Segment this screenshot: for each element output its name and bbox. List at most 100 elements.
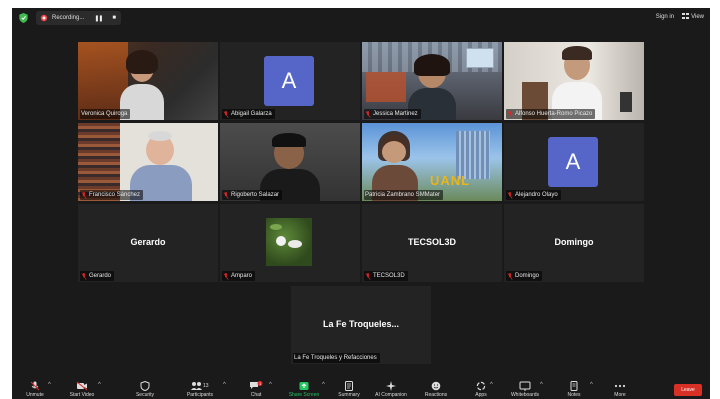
microphone-muted-icon xyxy=(223,191,229,199)
video-options-caret[interactable]: ^ xyxy=(98,382,101,388)
stop-recording-button[interactable]: ■ xyxy=(112,15,116,21)
whiteboard-icon xyxy=(519,381,531,391)
top-bar: Recording... ❚❚ ■ Sign in View xyxy=(12,8,710,28)
ai-companion-label: AI Companion xyxy=(375,392,407,398)
video-camera-off-icon xyxy=(76,381,88,391)
apps-label: Apps xyxy=(475,392,487,398)
participants-icon: 13 xyxy=(191,382,209,390)
video-tile[interactable]: La Fe Troqueles... La Fe Troqueles y Ref… xyxy=(291,286,431,364)
notes-options-caret[interactable]: ^ xyxy=(590,382,593,388)
emoji-icon xyxy=(431,381,441,391)
participant-name-label: Francisco Sánchez xyxy=(80,190,144,200)
video-tile[interactable]: Jessica Martinez xyxy=(362,42,502,120)
participant-name: Alfonso Huerta-Romo Picazo xyxy=(515,111,593,117)
microphone-muted-icon xyxy=(81,191,87,199)
participant-name-label: Alejandro Olayo xyxy=(506,190,561,200)
microphone-muted-icon xyxy=(507,191,513,199)
notes-button[interactable]: Notes xyxy=(562,381,586,399)
unmute-button[interactable]: Unmute xyxy=(18,381,52,399)
grid-view-icon xyxy=(682,13,690,19)
ai-companion-button[interactable]: AI Companion xyxy=(368,381,414,399)
participant-name: Abigail Galarza xyxy=(231,111,272,117)
participant-name-label: Alfonso Huerta-Romo Picazo xyxy=(506,109,596,119)
microphone-muted-icon xyxy=(223,110,229,118)
participant-name-label: Amparo xyxy=(222,271,256,281)
participant-display-name: La Fe Troqueles... xyxy=(322,319,400,329)
participants-options-caret[interactable]: ^ xyxy=(223,382,226,388)
share-screen-button[interactable]: Share Screen xyxy=(282,381,326,399)
participant-name-label: Abigail Galarza xyxy=(222,109,275,119)
microphone-muted-icon xyxy=(30,381,40,391)
more-button[interactable]: More xyxy=(608,381,632,399)
chat-label: Chat xyxy=(250,392,262,398)
sparkle-icon xyxy=(386,381,396,391)
video-tile[interactable]: Veronica Quiroga xyxy=(78,42,218,120)
video-tile[interactable]: TECSOL3D TECSOL3D xyxy=(362,204,502,282)
view-label: View xyxy=(691,14,704,20)
share-screen-label: Share Screen xyxy=(288,392,320,398)
participant-name: Francisco Sánchez xyxy=(89,192,141,198)
participant-name: Rigoberto Salazar xyxy=(231,192,280,198)
apps-icon xyxy=(476,381,486,391)
apps-options-caret[interactable]: ^ xyxy=(490,382,493,388)
participant-name-label: Patricia Zambrano SMMater xyxy=(364,190,444,200)
microphone-muted-icon xyxy=(365,272,371,280)
participant-name-label: Jessica Martinez xyxy=(364,109,421,119)
share-options-caret[interactable]: ^ xyxy=(322,382,325,388)
leave-button[interactable]: Leave xyxy=(674,384,702,396)
security-label: Security xyxy=(135,392,155,398)
avatar: A xyxy=(264,56,314,106)
pause-recording-button[interactable]: ❚❚ xyxy=(94,15,103,22)
share-screen-icon xyxy=(299,382,309,390)
microphone-muted-icon xyxy=(81,272,87,280)
participants-count: 13 xyxy=(203,383,209,389)
chat-options-caret[interactable]: ^ xyxy=(269,382,272,388)
video-tile[interactable]: Alfonso Huerta-Romo Picazo xyxy=(504,42,644,120)
whiteboards-options-caret[interactable]: ^ xyxy=(540,382,543,388)
notes-label: Notes xyxy=(567,392,581,398)
summary-button[interactable]: Summary xyxy=(334,381,364,399)
participant-name: Alejandro Olayo xyxy=(515,192,558,198)
reactions-label: Reactions xyxy=(424,392,448,398)
meeting-toolbar: Unmute ^ Start Video ^ Security 13 Parti… xyxy=(12,381,710,399)
chat-icon: 1 xyxy=(250,381,263,389)
video-tile[interactable]: Domingo Domingo xyxy=(504,204,644,282)
meeting-window: Recording... ❚❚ ■ Sign in View Veronica … xyxy=(12,8,710,399)
video-tile[interactable]: Amparo xyxy=(220,204,360,282)
participant-name-label: Domingo xyxy=(506,271,543,281)
participant-name: Domingo xyxy=(515,273,540,279)
participants-label: Participants xyxy=(186,392,214,398)
avatar: A xyxy=(548,137,598,187)
summary-label: Summary xyxy=(338,392,360,398)
video-tile[interactable]: A Alejandro Olayo xyxy=(504,123,644,201)
unmute-label: Unmute xyxy=(26,392,44,398)
participants-button[interactable]: 13 Participants xyxy=(179,381,221,399)
participant-name: TECSOL3D xyxy=(373,273,405,279)
video-tile[interactable]: A Abigail Galarza xyxy=(220,42,360,120)
summary-icon xyxy=(345,381,353,391)
reactions-button[interactable]: Reactions xyxy=(420,381,452,399)
view-button[interactable]: View xyxy=(682,13,704,20)
security-button[interactable]: Security xyxy=(128,381,162,399)
microphone-muted-icon xyxy=(365,110,371,118)
video-tile[interactable]: UANL Patricia Zambrano SMMater xyxy=(362,123,502,201)
participant-display-name: Gerardo xyxy=(130,237,166,247)
participant-name: Jessica Martinez xyxy=(373,111,418,117)
video-tile[interactable]: Francisco Sánchez xyxy=(78,123,218,201)
video-tile[interactable]: Rigoberto Salazar xyxy=(220,123,360,201)
sign-in-link[interactable]: Sign in xyxy=(656,14,674,20)
notes-icon xyxy=(570,381,578,391)
participant-name-label: Gerardo xyxy=(80,271,115,281)
recording-indicator: Recording... ❚❚ ■ xyxy=(36,11,122,25)
start-video-label: Start Video xyxy=(69,392,95,398)
participant-name: La Fe Troqueles y Refacciones xyxy=(294,355,377,361)
participant-name: Patricia Zambrano SMMater xyxy=(365,192,441,198)
chat-button[interactable]: 1 Chat xyxy=(244,381,268,399)
audio-options-caret[interactable]: ^ xyxy=(48,382,51,388)
video-tile[interactable]: Gerardo Gerardo xyxy=(78,204,218,282)
shield-icon[interactable] xyxy=(19,13,28,23)
microphone-muted-icon xyxy=(507,110,513,118)
microphone-muted-icon xyxy=(223,272,229,280)
recording-icon xyxy=(40,14,48,22)
shield-icon xyxy=(140,381,150,391)
